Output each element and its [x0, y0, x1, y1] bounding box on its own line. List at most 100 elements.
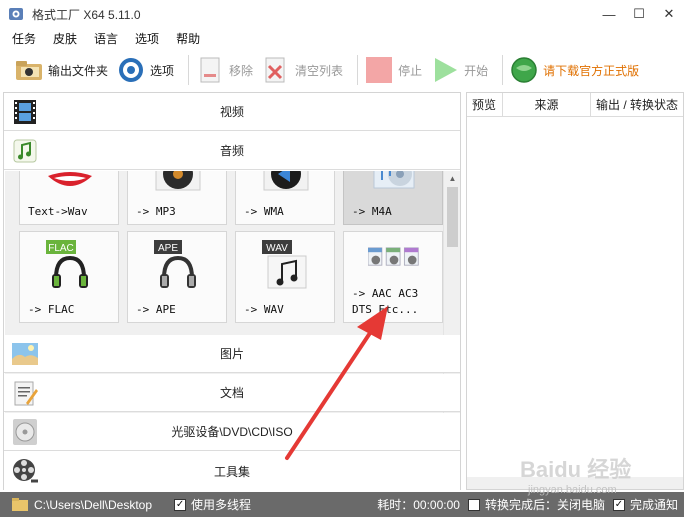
clear-list-button[interactable]: 清空列表	[261, 52, 351, 88]
watermark-brand: Baidu 经验	[520, 457, 632, 482]
download-official-button[interactable]: 请下载官方正式版	[509, 52, 647, 88]
column-preview[interactable]: 预览	[467, 93, 503, 116]
download-official-label: 请下载官方正式版	[543, 63, 640, 78]
remove-label: 移除	[229, 63, 254, 78]
scroll-up-arrow-icon[interactable]: ▲	[444, 171, 461, 185]
toolbar: 输出文件夹 选项 移除 清空列表 停止 开始 请下载官方正式版	[0, 50, 684, 90]
stop-icon	[364, 55, 394, 85]
options-label: 选项	[150, 63, 175, 78]
landscape-picture-icon	[10, 339, 40, 369]
after-convert-label: 转换完成后：关闭电脑	[484, 498, 605, 512]
tile-label: -> WAV	[244, 303, 284, 316]
flac-headphones-icon: FLAC	[46, 240, 88, 288]
toolbar-separator	[357, 55, 359, 85]
watermark-url: jingyan.baidu.com	[528, 484, 617, 496]
tile-to-flac[interactable]: FLAC -> FLAC	[19, 231, 119, 323]
category-image-label: 图片	[219, 347, 244, 361]
after-convert-checkbox[interactable]	[467, 498, 480, 511]
disc-drive-icon	[10, 417, 40, 447]
tile-to-m4a[interactable]: -> M4A	[343, 171, 443, 225]
close-button[interactable]: ✕	[654, 0, 684, 28]
film-strip-icon	[10, 97, 40, 127]
elapsed-time: 耗时：00:00:00	[377, 498, 460, 512]
tile-label: -> FLAC	[28, 303, 75, 316]
film-reel-icon	[10, 456, 40, 486]
category-audio-label: 音频	[219, 144, 244, 158]
start-label: 开始	[464, 63, 489, 78]
menu-task[interactable]: 任务	[10, 30, 38, 47]
tile-to-mp3[interactable]: -> MP3	[127, 171, 227, 225]
notify-checkbox[interactable]: ✓	[612, 498, 625, 511]
category-video[interactable]: 视频	[4, 93, 460, 131]
menu-bar: 任务 皮肤 语言 选项 帮助	[0, 28, 684, 48]
category-tools[interactable]: 工具集	[4, 452, 460, 490]
column-source[interactable]: 来源	[503, 93, 591, 116]
ape-headphones-icon: APE	[154, 240, 196, 288]
tile-to-wma[interactable]: -> WMA	[235, 171, 335, 225]
remove-doc-icon	[195, 55, 225, 85]
category-document[interactable]: 文档	[4, 374, 460, 412]
output-path[interactable]: C:\Users\Dell\Desktop	[34, 498, 152, 512]
tile-label: -> WMA	[244, 205, 284, 218]
menu-options[interactable]: 选项	[133, 30, 161, 47]
category-tools-label: 工具集	[213, 464, 250, 479]
toolbar-separator	[502, 55, 504, 85]
stop-label: 停止	[398, 63, 423, 78]
svg-text:FLAC: FLAC	[48, 243, 74, 254]
scrollbar-thumb[interactable]	[447, 187, 458, 247]
multithread-label: 使用多线程	[191, 498, 252, 512]
music-note-icon	[10, 136, 40, 166]
tile-label: -> MP3	[136, 205, 176, 218]
start-button[interactable]: 开始	[430, 52, 496, 88]
notify-toggle[interactable]: ✓ 完成通知	[612, 496, 678, 513]
m4a-icon	[373, 171, 415, 189]
options-button[interactable]: 选项	[116, 52, 182, 88]
category-disc[interactable]: 光驱设备\DVD\CD\ISO	[4, 413, 460, 451]
svg-text:APE: APE	[158, 243, 178, 254]
category-video-label: 视频	[219, 105, 244, 119]
mp3-disc-icon	[155, 171, 201, 191]
tile-to-ape[interactable]: APE -> APE	[127, 231, 227, 323]
task-list-panel: 预览 来源 输出 / 转换状态	[466, 92, 684, 490]
window-title: 格式工厂 X64 5.11.0	[32, 7, 141, 22]
title-bar: 格式工厂 X64 5.11.0 — ☐ ✕	[0, 0, 684, 28]
menu-language[interactable]: 语言	[92, 30, 120, 47]
minimize-button[interactable]: —	[594, 0, 624, 28]
category-image[interactable]: 图片	[4, 335, 460, 373]
notify-label: 完成通知	[629, 498, 678, 512]
output-folder-icon	[14, 55, 44, 85]
toolbar-separator	[188, 55, 190, 85]
tile-to-aac-ac3-dts[interactable]: -> AAC AC3 DTS Etc...	[343, 231, 443, 323]
start-play-icon	[430, 55, 460, 85]
stop-button[interactable]: 停止	[364, 52, 430, 88]
tile-to-wav[interactable]: WAV -> WAV	[235, 231, 335, 323]
clear-list-label: 清空列表	[295, 63, 344, 78]
menu-skin[interactable]: 皮肤	[51, 30, 79, 47]
globe-download-icon	[509, 55, 539, 85]
tile-label: -> M4A	[352, 205, 392, 218]
remove-button[interactable]: 移除	[195, 52, 261, 88]
function-panel: 视频 音频 Text->Wav -> MP3 -> WMA -> M4A FLA…	[3, 92, 461, 490]
tile-label: -> APE	[136, 303, 176, 316]
multithread-toggle[interactable]: ✓ 使用多线程	[174, 496, 251, 513]
document-pen-icon	[10, 378, 40, 408]
category-document-label: 文档	[219, 386, 244, 400]
tile-label: -> AAC AC3 DTS Etc...	[352, 287, 419, 316]
svg-text:WAV: WAV	[266, 243, 288, 254]
menu-help[interactable]: 帮助	[174, 30, 202, 47]
wma-disc-icon	[263, 171, 309, 191]
app-logo-icon	[9, 8, 23, 20]
multithread-checkbox[interactable]: ✓	[174, 498, 187, 511]
options-gear-icon	[116, 55, 146, 85]
output-folder-button[interactable]: 输出文件夹	[14, 52, 116, 88]
lips-icon	[48, 172, 92, 186]
column-output-status[interactable]: 输出 / 转换状态	[591, 93, 683, 116]
category-audio[interactable]: 音频	[4, 132, 460, 170]
clear-list-icon	[261, 55, 291, 85]
wav-note-icon: WAV	[262, 240, 307, 289]
tile-text-to-wav[interactable]: Text->Wav	[19, 171, 119, 225]
tile-label: Text->Wav	[28, 205, 88, 218]
maximize-button[interactable]: ☐	[624, 0, 654, 28]
folder-icon[interactable]	[12, 498, 28, 511]
after-convert-toggle[interactable]: 转换完成后：关闭电脑	[467, 496, 605, 513]
